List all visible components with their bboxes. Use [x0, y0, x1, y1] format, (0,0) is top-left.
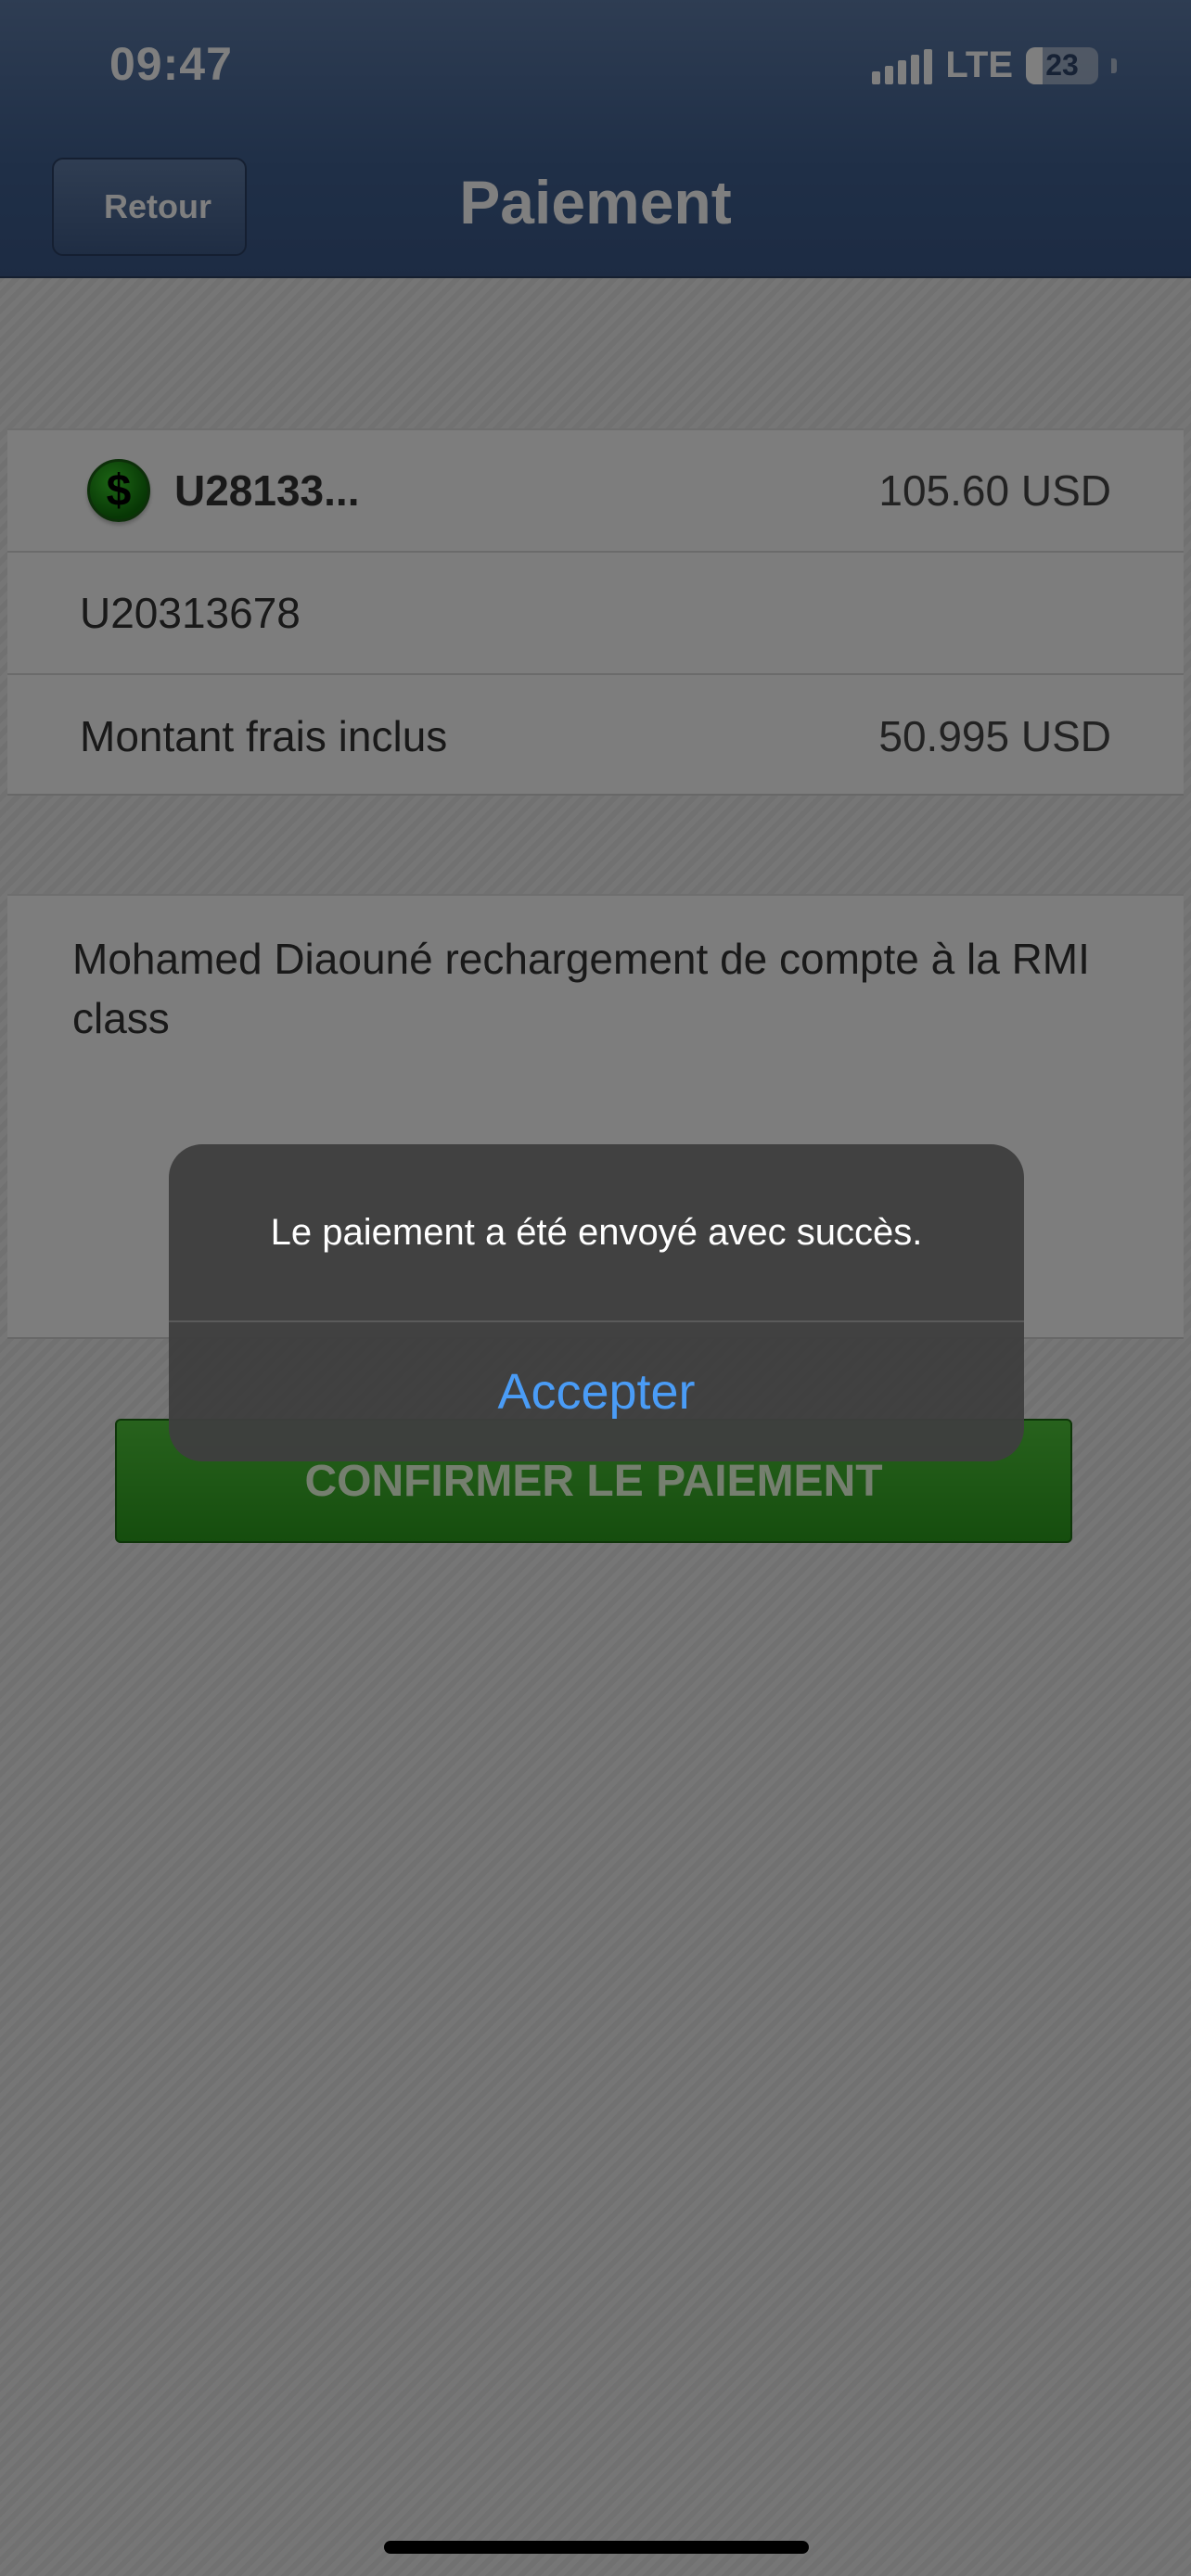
success-alert: Le paiement a été envoyé avec succès. Ac… [169, 1144, 1024, 1461]
alert-message: Le paiement a été envoyé avec succès. [169, 1144, 1024, 1322]
home-indicator[interactable] [384, 2541, 809, 2554]
accept-button[interactable]: Accepter [169, 1322, 1024, 1461]
